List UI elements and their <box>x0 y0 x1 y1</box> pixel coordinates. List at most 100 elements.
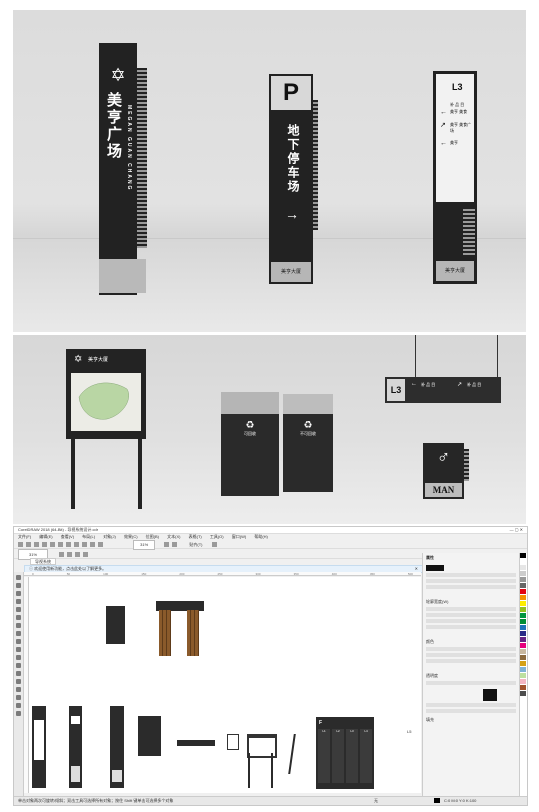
palette-swatch[interactable] <box>520 691 526 697</box>
status-bar: 单击对象两次可旋转/倾斜；双击工具可选择所有对象；按住 Shift 键单击可选择… <box>14 796 527 805</box>
redo-icon[interactable] <box>82 542 87 548</box>
transparency-tool-icon[interactable] <box>16 679 21 684</box>
map-board-header: 美亨大厦 <box>88 357 109 363</box>
hanging-right-text: 补 品 目 <box>467 382 482 387</box>
outline-color-swatch[interactable] <box>426 565 444 571</box>
nudge-icon[interactable] <box>83 552 89 558</box>
crop-tool-icon[interactable] <box>16 591 21 596</box>
canvas-object[interactable] <box>110 706 124 788</box>
canvas-object[interactable] <box>138 716 161 756</box>
canvas-object[interactable] <box>177 740 215 746</box>
parking-p-sign: P <box>271 76 311 110</box>
hanging-sign: L3 ← 补 品 目 ↗ 补 品 目 <box>385 377 501 403</box>
new-icon[interactable] <box>18 542 23 548</box>
canvas-floor-column: L2 <box>332 729 344 783</box>
color-palette <box>519 553 527 797</box>
horizontal-ruler[interactable]: 0 50 100 150 200 250 300 350 400 450 500 <box>24 572 421 576</box>
canvas-object[interactable] <box>159 610 171 656</box>
menu-item[interactable]: 布局(L) <box>82 534 95 539</box>
polygon-tool-icon[interactable] <box>16 639 21 644</box>
star-logo-icon: ✡ <box>110 65 126 85</box>
smart-fill-icon[interactable] <box>16 703 21 708</box>
add-tool-icon[interactable] <box>16 711 21 716</box>
menu-item[interactable]: 文件(F) <box>18 534 31 539</box>
window-controls[interactable]: — ▢ ✕ <box>510 527 523 533</box>
mall-totem: ✡ 美亨广场 MEGAN GUAN CHANG <box>99 43 137 295</box>
import-icon[interactable] <box>90 542 95 548</box>
rulers-icon[interactable] <box>172 542 178 548</box>
undo-icon[interactable] <box>74 542 79 548</box>
canvas-directory-board[interactable]: F L1 L2 L3 L4 <box>316 717 374 789</box>
ruler-tick: 300 <box>255 572 261 576</box>
canvas-object[interactable] <box>288 734 296 774</box>
parking-totem-title: 地下停车场 <box>286 124 300 194</box>
menu-item[interactable]: 查看(V) <box>61 534 74 539</box>
parking-totem-slats <box>313 100 318 230</box>
menu-item[interactable]: 对象(J) <box>103 534 116 539</box>
man-figure-icon: ♂ <box>436 447 451 467</box>
shape-tool-icon[interactable] <box>16 583 21 588</box>
mall-totem-title: 美亨广场 <box>105 92 122 160</box>
units-icon[interactable] <box>75 552 81 558</box>
menu-item[interactable]: 编辑(E) <box>39 534 52 539</box>
status-color-swatch[interactable] <box>434 798 440 803</box>
parallel-dimension-icon[interactable] <box>16 655 21 660</box>
fill-color-preview[interactable] <box>483 689 497 701</box>
canvas-floor-column: L1 <box>318 729 330 783</box>
open-icon[interactable] <box>26 542 31 548</box>
snap-to-dropdown[interactable]: 贴齐(T) <box>189 542 202 547</box>
menu-item[interactable]: 工具(O) <box>210 534 224 539</box>
menu-item[interactable]: 表格(T) <box>189 534 202 539</box>
freehand-tool-icon[interactable] <box>16 607 21 612</box>
mall-totem-slats <box>137 68 147 248</box>
menu-item[interactable]: 位图(B) <box>146 534 159 539</box>
ellipse-tool-icon[interactable] <box>16 631 21 636</box>
status-text: 单击对象两次可旋转/倾斜；双击工具可选择所有对象；按住 Shift 键单击可选择… <box>18 798 174 803</box>
canvas-object[interactable] <box>106 606 125 644</box>
pick-tool-icon[interactable] <box>16 575 21 580</box>
rectangle-tool-icon[interactable] <box>16 623 21 628</box>
hanging-cable <box>497 335 498 377</box>
render-panel-totems: ✡ 美亨广场 MEGAN GUAN CHANG P 地下停车场 → 美亨大厦 L… <box>13 10 526 332</box>
copy-icon[interactable] <box>58 542 63 548</box>
settings-icon[interactable] <box>211 542 217 548</box>
menu-item[interactable]: 窗口(W) <box>232 534 246 539</box>
canvas-object[interactable] <box>187 610 199 656</box>
connector-tool-icon[interactable] <box>16 663 21 668</box>
export-icon[interactable] <box>98 542 103 548</box>
map-board-leg <box>71 439 75 509</box>
landscape-icon[interactable] <box>67 552 73 558</box>
eyedropper-icon[interactable] <box>16 687 21 692</box>
paste-icon[interactable] <box>66 542 71 548</box>
save-icon[interactable] <box>34 542 39 548</box>
star-logo-icon: ✡ <box>74 354 83 365</box>
parking-totem: P 地下停车场 → 美亨大厦 <box>269 74 313 284</box>
canvas-object[interactable] <box>271 753 273 788</box>
portrait-icon[interactable] <box>59 552 65 558</box>
menu-item[interactable]: 文本(X) <box>167 534 180 539</box>
drop-shadow-icon[interactable] <box>16 671 21 676</box>
mall-totem-subtitle: MEGAN GUAN CHANG <box>126 105 132 192</box>
print-icon[interactable] <box>42 542 47 548</box>
hint-text[interactable]: 欢迎使用新功能，点击此处以了解更多。 <box>34 566 106 571</box>
full-screen-icon[interactable] <box>164 542 170 548</box>
menu-item[interactable]: 帮助(H) <box>254 534 268 539</box>
tab-document[interactable]: 导视系统 <box>30 558 56 565</box>
cut-icon[interactable] <box>50 542 55 548</box>
canvas-object[interactable] <box>227 734 239 750</box>
menu-item[interactable]: 效果(C) <box>124 534 138 539</box>
interactive-fill-icon[interactable] <box>16 695 21 700</box>
text-tool-icon[interactable] <box>16 647 21 652</box>
canvas-object[interactable] <box>248 753 250 788</box>
map-board-leg <box>138 439 142 509</box>
waste-bin-right: ♻ 不可回收 <box>283 394 333 492</box>
status-fill: 无 <box>374 798 378 803</box>
docker-title: 属性 <box>426 555 434 560</box>
hanging-floor: L3 <box>387 379 405 401</box>
canvas-object[interactable] <box>69 706 82 788</box>
standard-toolbar: 31% 贴齐(T) <box>14 540 527 550</box>
zoom-tool-icon[interactable] <box>16 599 21 604</box>
drawing-canvas[interactable]: F L1 L2 L3 L4 L5 <box>29 577 421 793</box>
canvas-object[interactable] <box>32 706 46 788</box>
artistic-media-icon[interactable] <box>16 615 21 620</box>
